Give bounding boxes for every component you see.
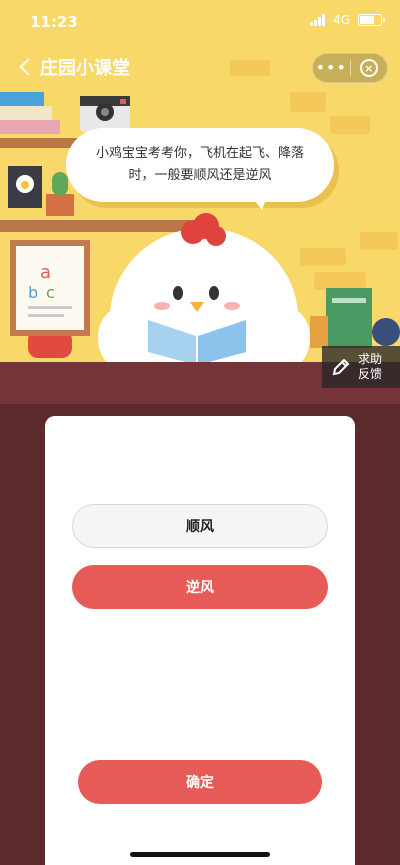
help-feedback-button[interactable]: 求助 反馈 [322, 346, 400, 388]
network-type: 4G [333, 13, 350, 27]
book-icon [326, 288, 372, 348]
book-icon [0, 92, 44, 106]
poster-letter-a: a [40, 262, 51, 283]
poster-letter-c: c [46, 283, 55, 302]
home-indicator [130, 852, 270, 857]
question-bubble: 小鸡宝宝考考你，飞机在起飞、降落时，一般要顺风还是逆风 [66, 128, 334, 202]
chevron-left-icon [19, 58, 37, 76]
back-button[interactable]: 庄园小课堂 [16, 54, 130, 80]
poster-letter-b: b [28, 283, 38, 302]
signal-icon [310, 14, 326, 26]
nav-bar: 庄园小课堂 ••• × [0, 48, 400, 88]
status-bar: 11:23 4G [0, 0, 400, 44]
close-button[interactable]: × [350, 59, 387, 77]
pencil-icon [332, 358, 350, 376]
answer-card: 顺风 逆风 确定 [45, 416, 355, 865]
status-time: 11:23 [30, 13, 78, 31]
help-label: 求助 反馈 [358, 352, 382, 382]
bubble-tail [250, 194, 268, 210]
more-button[interactable]: ••• [313, 53, 350, 83]
cactus-icon [46, 194, 74, 216]
question-text: 小鸡宝宝考考你，飞机在起飞、降落时，一般要顺风还是逆风 [95, 146, 304, 183]
globe-icon [372, 318, 400, 346]
confirm-button[interactable]: 确定 [78, 760, 322, 804]
option-tailwind-button[interactable]: 顺风 [72, 504, 328, 548]
close-icon: × [359, 59, 378, 77]
help-line-2: 反馈 [358, 367, 383, 381]
battery-icon [358, 14, 385, 26]
option-headwind-button[interactable]: 逆风 [72, 565, 328, 609]
shelf [0, 220, 190, 232]
help-line-1: 求助 [358, 352, 383, 366]
status-indicators: 4G [310, 13, 385, 27]
page-title: 庄园小课堂 [40, 58, 130, 79]
miniapp-capsule: ••• × [312, 53, 388, 83]
